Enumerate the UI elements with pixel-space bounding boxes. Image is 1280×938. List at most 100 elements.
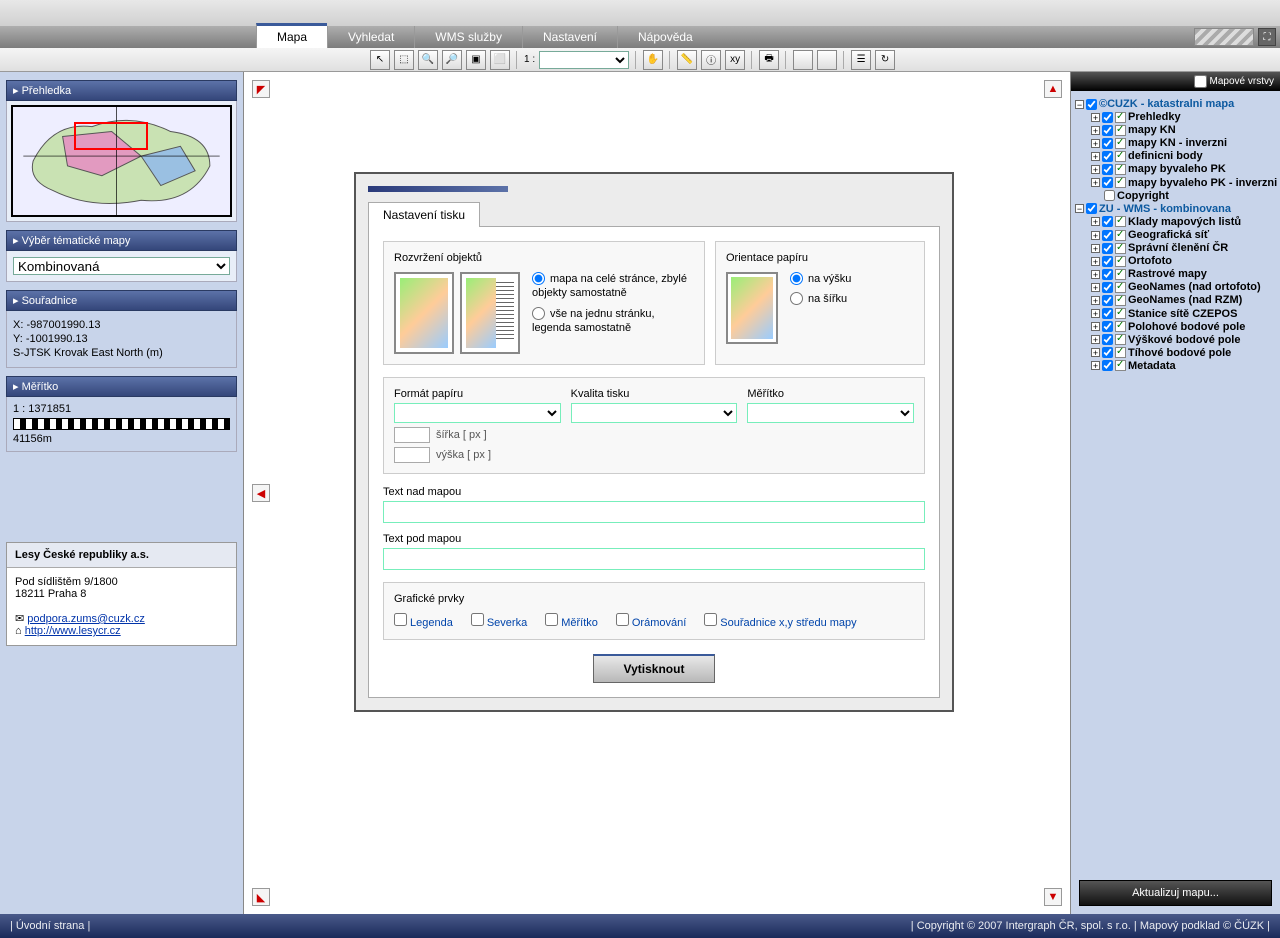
scale-select[interactable] — [539, 51, 629, 69]
tree-toggle-icon[interactable]: + — [1091, 270, 1100, 279]
tree-checkbox2[interactable] — [1115, 269, 1126, 280]
tree-checkbox2[interactable] — [1115, 151, 1126, 162]
tab-mapa[interactable]: Mapa — [256, 23, 327, 48]
pan-n-icon[interactable]: ▲ — [1044, 80, 1062, 98]
tree-checkbox[interactable] — [1102, 269, 1113, 280]
tree-checkbox[interactable] — [1102, 164, 1113, 175]
pan-s-icon[interactable]: ▼ — [1044, 888, 1062, 906]
format-select[interactable] — [394, 403, 561, 423]
tree-toggle-icon[interactable]: + — [1091, 126, 1100, 135]
tree-toggle-icon[interactable]: + — [1091, 217, 1100, 226]
tree-checkbox[interactable] — [1102, 308, 1113, 319]
tree-toggle-icon[interactable]: + — [1091, 231, 1100, 240]
tree-checkbox2[interactable] — [1115, 112, 1126, 123]
tree-checkbox2[interactable] — [1115, 334, 1126, 345]
tree-checkbox[interactable] — [1086, 203, 1097, 214]
overview-viewport[interactable] — [74, 122, 148, 150]
tab-nastaveni[interactable]: Nastavení — [522, 26, 617, 48]
tree-toggle-icon[interactable]: + — [1091, 165, 1100, 174]
identify-icon[interactable]: ⓘ — [701, 50, 721, 70]
update-map-button[interactable]: Aktualizuj mapu... — [1079, 880, 1272, 906]
tree-checkbox[interactable] — [1086, 99, 1097, 110]
tree-toggle-icon[interactable]: + — [1091, 296, 1100, 305]
refresh-icon[interactable]: ↻ — [875, 50, 895, 70]
pan-sw-icon[interactable]: ◣ — [252, 888, 270, 906]
theme-select[interactable]: Kombinovaná — [13, 257, 230, 275]
pan-icon[interactable]: ✋ — [643, 50, 663, 70]
tree-toggle-icon[interactable]: − — [1075, 204, 1084, 213]
tree-toggle-icon[interactable]: + — [1091, 178, 1100, 187]
tree-checkbox2[interactable] — [1115, 125, 1126, 136]
chk-border[interactable]: Orámování — [616, 613, 686, 629]
tree-item-label[interactable]: Metadata — [1128, 360, 1176, 372]
tree-checkbox[interactable] — [1102, 295, 1113, 306]
tree-checkbox[interactable] — [1102, 256, 1113, 267]
tree-checkbox[interactable] — [1104, 190, 1115, 201]
print-icon[interactable]: 🖶 — [759, 50, 779, 70]
tree-toggle-icon[interactable]: + — [1091, 113, 1100, 122]
tree-item-label[interactable]: mapy KN - inverzni — [1128, 137, 1227, 149]
tree-checkbox[interactable] — [1102, 321, 1113, 332]
tree-item-label[interactable]: GeoNames (nad RZM) — [1128, 295, 1242, 307]
pointer-icon[interactable]: ↖ — [370, 50, 390, 70]
tree-checkbox2[interactable] — [1115, 230, 1126, 241]
tree-checkbox2[interactable] — [1115, 347, 1126, 358]
layout-radio-1[interactable]: mapa na celé stránce, zbylé objekty samo… — [532, 272, 694, 301]
tree-item-label[interactable]: Výškové bodové pole — [1128, 334, 1240, 346]
text-above-input[interactable] — [383, 501, 925, 523]
fit-icon[interactable]: ▣ — [466, 50, 486, 70]
tree-toggle-icon[interactable]: + — [1091, 348, 1100, 357]
tree-checkbox2[interactable] — [1115, 360, 1126, 371]
layout-thumb-2[interactable] — [460, 272, 520, 354]
tree-item-label[interactable]: Geografická síť — [1128, 229, 1209, 241]
layers-icon[interactable]: ☰ — [851, 50, 871, 70]
orient-radio-portrait[interactable]: na výšku — [790, 272, 851, 286]
zoom-in-icon[interactable]: 🔍 — [418, 50, 438, 70]
tree-checkbox2[interactable] — [1115, 295, 1126, 306]
text-below-input[interactable] — [383, 548, 925, 570]
company-web-link[interactable]: http://www.lesycr.cz — [25, 625, 121, 637]
tree-checkbox[interactable] — [1102, 282, 1113, 293]
tree-checkbox[interactable] — [1102, 347, 1113, 358]
tree-toggle-icon[interactable]: + — [1091, 361, 1100, 370]
grey2-icon[interactable] — [817, 50, 837, 70]
measure-icon[interactable]: 📏 — [677, 50, 697, 70]
orient-radio-landscape[interactable]: na šířku — [790, 292, 851, 306]
tree-toggle-icon[interactable]: − — [1075, 100, 1084, 109]
chk-coords[interactable]: Souřadnice x,y středu mapy — [704, 613, 856, 629]
tree-toggle-icon[interactable]: + — [1091, 322, 1100, 331]
tree-toggle-icon[interactable]: + — [1091, 139, 1100, 148]
print-button[interactable]: Vytisknout — [593, 654, 716, 683]
map-area[interactable]: ◤ ▲ ◀ ◣ ▼ Nastavení tisku Rozvržení obje… — [244, 72, 1070, 914]
dialog-tab[interactable]: Nastavení tisku — [368, 202, 480, 227]
tree-checkbox2[interactable] — [1115, 282, 1126, 293]
tab-napoveda[interactable]: Nápověda — [617, 26, 713, 48]
tree-item-label[interactable]: Stanice sítě CZEPOS — [1128, 308, 1237, 320]
fullscreen-icon[interactable]: ⛶ — [1258, 28, 1276, 46]
tree-item-label[interactable]: mapy byvaleho PK - inverzni — [1128, 177, 1277, 189]
tree-item-label[interactable]: Copyright — [1117, 190, 1169, 202]
tree-item-label[interactable]: mapy KN — [1128, 124, 1176, 136]
tree-item-label[interactable]: Rastrové mapy — [1128, 268, 1207, 280]
extent-icon[interactable]: ⬜ — [490, 50, 510, 70]
tree-checkbox2[interactable] — [1115, 321, 1126, 332]
pan-w-icon[interactable]: ◀ — [252, 484, 270, 502]
height-input[interactable] — [394, 447, 430, 463]
tree-checkbox[interactable] — [1102, 243, 1113, 254]
tree-item-label[interactable]: Klady mapových listů — [1128, 216, 1241, 228]
zoom-window-icon[interactable]: ⬚ — [394, 50, 414, 70]
footer-left[interactable]: | Úvodní strana | — [10, 920, 90, 932]
company-email-link[interactable]: podpora.zums@cuzk.cz — [27, 613, 145, 625]
width-input[interactable] — [394, 427, 430, 443]
tree-item-label[interactable]: definicni body — [1128, 150, 1203, 162]
tree-toggle-icon[interactable]: + — [1091, 244, 1100, 253]
printscale-select[interactable] — [747, 403, 914, 423]
tree-group-label[interactable]: ©CUZK - katastralni mapa — [1099, 98, 1234, 110]
tree-group-label[interactable]: ZU - WMS - kombinovana — [1099, 203, 1231, 215]
tree-checkbox[interactable] — [1102, 125, 1113, 136]
tree-checkbox2[interactable] — [1115, 177, 1126, 188]
tree-toggle-icon[interactable]: + — [1091, 257, 1100, 266]
tree-checkbox[interactable] — [1102, 216, 1113, 227]
tree-checkbox2[interactable] — [1115, 243, 1126, 254]
tree-checkbox2[interactable] — [1115, 308, 1126, 319]
